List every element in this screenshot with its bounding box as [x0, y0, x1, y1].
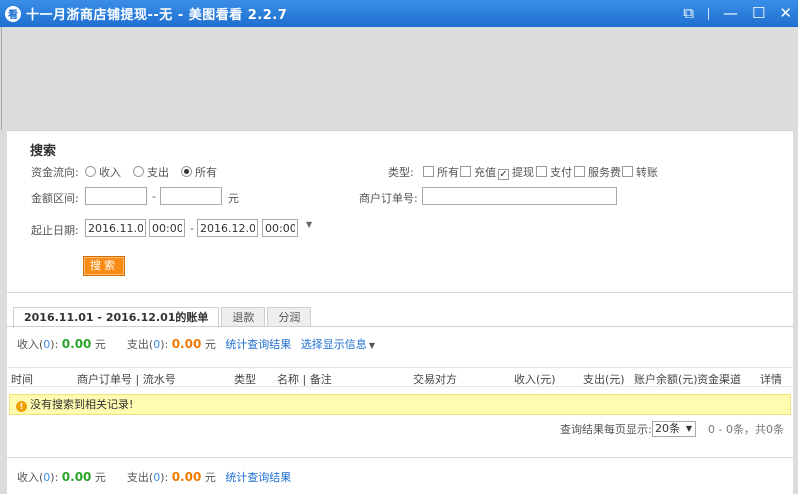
type-option-withdraw[interactable]: ✓ 提现 — [498, 164, 534, 180]
tab-underline — [7, 326, 793, 327]
time-from-input[interactable] — [149, 219, 185, 237]
date-dash: - — [190, 222, 194, 235]
empty-result-text: 没有搜索到相关记录! — [30, 398, 134, 411]
flow-label: 资金流向: — [31, 166, 79, 179]
radio-checked-icon — [181, 166, 192, 177]
controls-separator — [707, 7, 709, 20]
order-no-input[interactable] — [422, 187, 617, 205]
col-expense[interactable]: 支出(元) — [583, 371, 625, 387]
col-time[interactable]: 时间 — [11, 371, 33, 387]
tab-refund[interactable]: 退款 — [221, 307, 266, 327]
col-income[interactable]: 收入(元) — [514, 371, 556, 387]
bill-tabs: 2016.11.01 - 2016.12.01的账单 退款 分润 — [13, 307, 313, 328]
checkbox-icon — [460, 166, 471, 177]
checkbox-icon — [622, 166, 633, 177]
result-range: 0 - 0条，共0条 — [708, 423, 784, 436]
window-title: 十一月浙商店铺提现--无 - 美图看看 2.2.7 — [26, 8, 288, 23]
amount-unit: 元 — [228, 192, 239, 205]
stats-result-link-bottom[interactable]: 统计查询结果 — [225, 471, 291, 484]
header-area — [1, 27, 797, 130]
stats-result-link[interactable]: 统计查询结果 — [225, 338, 291, 351]
col-type[interactable]: 类型 — [234, 371, 256, 387]
display-options-dropdown-icon[interactable]: ▼ — [369, 341, 375, 350]
type-option-pay[interactable]: 支付 — [536, 164, 572, 180]
checkbox-icon — [536, 166, 547, 177]
col-balance[interactable]: 账户余额(元) — [634, 371, 698, 387]
amount-to-input[interactable] — [160, 187, 222, 205]
tab-profit-share[interactable]: 分润 — [267, 307, 312, 327]
order-no-label: 商户订单号: — [359, 192, 418, 205]
amount-dash: - — [152, 190, 156, 203]
main-panel: 搜索 资金流向: 收入 支出 所有 类型: 所有 充值 ✓ 提现 支付 服务费 转… — [7, 130, 793, 494]
col-counterparty[interactable]: 交易对方 — [413, 371, 457, 387]
amount-label: 金额区间: — [31, 192, 79, 205]
per-page-label: 查询结果每页显示: — [560, 423, 652, 436]
type-option-service-fee[interactable]: 服务费 — [574, 164, 621, 180]
restore-icon[interactable]: ⧉ — [683, 0, 694, 27]
type-option-transfer[interactable]: 转账 — [622, 164, 658, 180]
maximize-icon[interactable]: ☐ — [752, 0, 765, 27]
date-label: 起止日期: — [31, 224, 79, 237]
chevron-down-icon: ▼ — [685, 424, 692, 433]
col-detail[interactable]: 详情 — [760, 371, 782, 387]
per-page-select[interactable]: 20条 ▼ — [652, 421, 696, 437]
expense-amount: 0.00 — [171, 337, 202, 351]
flow-option-income[interactable]: 收入 — [85, 164, 121, 180]
search-button[interactable]: 搜索 — [83, 256, 125, 276]
type-option-recharge[interactable]: 充值 — [460, 164, 496, 180]
flow-option-all[interactable]: 所有 — [181, 164, 217, 180]
flow-option-expense[interactable]: 支出 — [133, 164, 169, 180]
minimize-icon[interactable]: — — [723, 0, 738, 27]
col-channel[interactable]: 资金渠道 — [697, 371, 741, 387]
date-preset-dropdown-icon[interactable]: ▼ — [306, 220, 312, 229]
radio-icon — [85, 166, 96, 177]
table-header: 时间 商户订单号 | 流水号 类型 名称 | 备注 交易对方 收入(元) 支出(… — [7, 367, 793, 387]
checkbox-icon — [423, 166, 434, 177]
date-to-input[interactable] — [197, 219, 258, 237]
window-controls: ⧉ — ☐ ✕ — [683, 0, 792, 27]
warning-icon: ! — [16, 401, 27, 412]
search-heading: 搜索 — [30, 144, 57, 159]
type-label: 类型: — [388, 166, 414, 179]
summary-bottom: 收入(0): 0.00 元 支出(0): 0.00 元 统计查询结果 — [17, 470, 292, 484]
footer-divider — [7, 457, 793, 458]
display-options-link[interactable]: 选择显示信息 — [301, 338, 367, 351]
expense-amount-bottom: 0.00 — [171, 470, 202, 484]
app-logo-icon: 看 — [5, 5, 21, 22]
income-amount-bottom: 0.00 — [61, 470, 92, 484]
type-option-all[interactable]: 所有 — [423, 164, 459, 180]
date-from-input[interactable] — [85, 219, 146, 237]
summary-top: 收入(0): 0.00 元 支出(0): 0.00 元 统计查询结果 选择显示信… — [17, 337, 375, 351]
col-name-remark[interactable]: 名称 | 备注 — [277, 371, 332, 387]
checkbox-checked-icon: ✓ — [498, 169, 509, 180]
amount-from-input[interactable] — [85, 187, 147, 205]
checkbox-icon — [574, 166, 585, 177]
income-amount: 0.00 — [61, 337, 92, 351]
close-icon[interactable]: ✕ — [779, 0, 792, 27]
section-divider — [7, 292, 793, 293]
time-to-input[interactable] — [262, 219, 298, 237]
col-order-no[interactable]: 商户订单号 | 流水号 — [77, 371, 176, 387]
title-bar: 看 十一月浙商店铺提现--无 - 美图看看 2.2.7 ⧉ — ☐ ✕ — [0, 0, 798, 27]
empty-result-banner: ! 没有搜索到相关记录! — [9, 394, 791, 415]
tab-bill[interactable]: 2016.11.01 - 2016.12.01的账单 — [13, 307, 220, 328]
radio-icon — [133, 166, 144, 177]
